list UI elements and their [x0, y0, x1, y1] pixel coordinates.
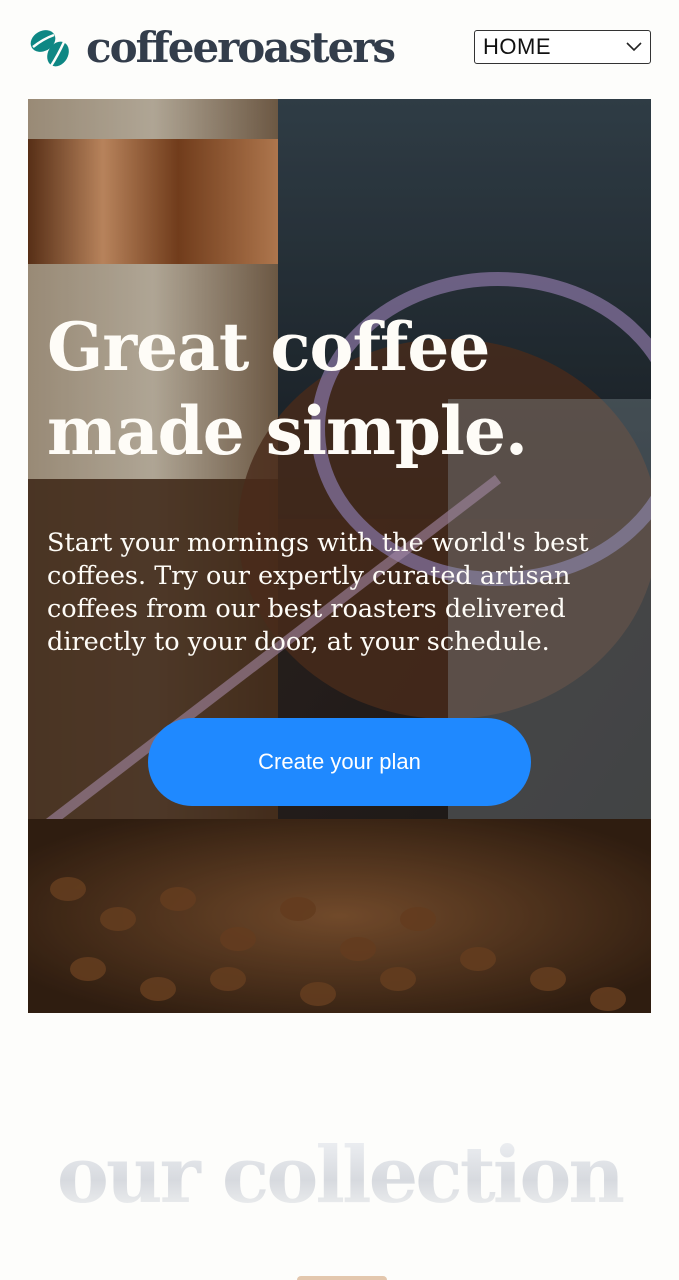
- hero-title-line-1: Great coffee: [47, 308, 490, 386]
- coffee-bean-icon: [30, 30, 69, 67]
- collection-heading: our collection: [28, 1120, 651, 1230]
- site-logo[interactable]: coffeeroasters: [28, 22, 396, 74]
- logo-wordmark: coffeeroasters: [86, 23, 396, 72]
- chevron-down-icon: [626, 42, 642, 52]
- hero-title: Great coffee made simple.: [47, 305, 637, 473]
- hero-description: Start your mornings with the world's bes…: [47, 528, 589, 657]
- hero-title-line-2: made simple.: [47, 392, 528, 470]
- collection-item-thumbnail: [297, 1276, 387, 1280]
- nav-select[interactable]: HOME: [474, 30, 651, 64]
- site-header: coffeeroasters HOME: [0, 0, 679, 98]
- nav-select-value: HOME: [483, 34, 551, 59]
- hero-section: Great coffee made simple. Start your mor…: [28, 99, 651, 1013]
- create-plan-button[interactable]: Create your plan: [148, 718, 531, 806]
